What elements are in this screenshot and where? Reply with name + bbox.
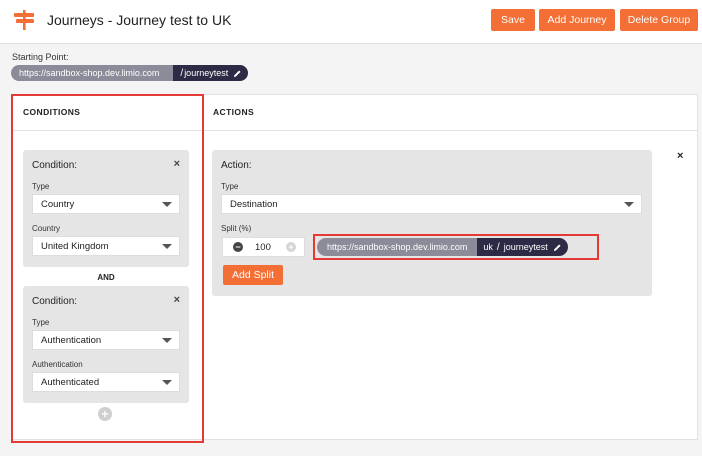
select-value: Authenticated (41, 376, 100, 388)
chevron-down-icon (162, 338, 172, 343)
minus-icon[interactable]: − (233, 242, 243, 252)
select-value: Authentication (41, 334, 102, 346)
destination-path-segment[interactable]: uk / journeytest (477, 238, 568, 256)
close-icon[interactable]: × (174, 159, 180, 170)
starting-point-path: journeytest (184, 68, 229, 78)
path-separator: / (496, 241, 500, 253)
pencil-icon[interactable] (553, 243, 562, 252)
condition-type-select[interactable]: Authentication (32, 330, 180, 350)
condition-card: Condition: × Type Country Country United… (23, 150, 189, 267)
add-split-button[interactable]: Add Split (223, 265, 283, 285)
starting-point-url: https://sandbox-shop.dev.limio.com (11, 65, 174, 81)
action-title: Action: (221, 160, 252, 171)
destination-segment: uk (483, 242, 493, 252)
chevron-down-icon (162, 380, 172, 385)
split-value: 100 (255, 241, 271, 253)
starting-point-path-segment[interactable]: / journeytest (173, 65, 249, 81)
signpost-icon (14, 10, 34, 30)
plus-icon[interactable]: + (286, 242, 296, 252)
authentication-select[interactable]: Authenticated (32, 372, 180, 392)
path-separator: / (180, 67, 184, 79)
delete-group-button[interactable]: Delete Group (620, 9, 698, 31)
select-value: Country (41, 198, 75, 210)
condition-title: Condition: (32, 160, 78, 171)
condition-card: Condition: × Type Authentication Authent… (23, 286, 189, 403)
country-label: Country (32, 224, 61, 233)
conditions-heading: CONDITIONS (23, 107, 81, 117)
type-label: Type (221, 182, 239, 191)
destination-url: https://sandbox-shop.dev.limio.com (317, 238, 478, 256)
save-button[interactable]: Save (491, 9, 535, 31)
condition-type-select[interactable]: Country (32, 194, 180, 214)
add-journey-button[interactable]: Add Journey (539, 9, 615, 31)
destination-path: journeytest (503, 242, 548, 252)
and-separator: AND (97, 273, 115, 282)
action-type-select[interactable]: Destination (221, 194, 642, 214)
condition-title: Condition: (32, 296, 78, 307)
close-icon[interactable]: × (677, 150, 683, 162)
actions-heading: ACTIONS (213, 107, 255, 117)
destination-pill[interactable]: https://sandbox-shop.dev.limio.com uk / … (317, 238, 568, 256)
section-header-divider (12, 130, 698, 131)
chevron-down-icon (162, 202, 172, 207)
starting-point-pill[interactable]: https://sandbox-shop.dev.limio.com / jou… (11, 65, 249, 81)
select-value: United Kingdom (41, 240, 109, 252)
close-icon[interactable]: × (174, 295, 180, 306)
type-label: Type (32, 318, 50, 327)
select-value: Destination (230, 198, 278, 210)
column-divider (202, 94, 203, 440)
page-header: Journeys - Journey test to UK Save Add J… (0, 0, 702, 44)
authentication-label: Authentication (32, 360, 83, 369)
chevron-down-icon (162, 244, 172, 249)
split-label: Split (%) (221, 224, 252, 233)
starting-point-label: Starting Point: (12, 52, 69, 62)
type-label: Type (32, 182, 50, 191)
pencil-icon[interactable] (233, 69, 242, 78)
page-title: Journeys - Journey test to UK (47, 12, 232, 28)
country-select[interactable]: United Kingdom (32, 236, 180, 256)
split-stepper[interactable]: − 100 + (222, 237, 305, 257)
chevron-down-icon (624, 202, 634, 207)
add-condition-icon[interactable]: + (98, 407, 112, 421)
